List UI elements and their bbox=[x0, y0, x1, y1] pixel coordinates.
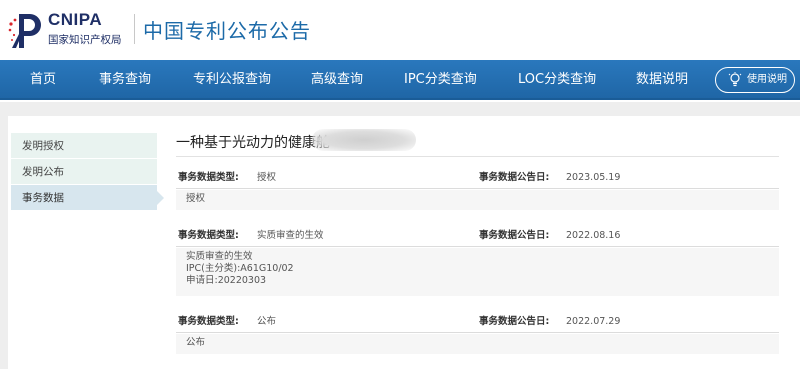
date-value: 2022.08.16 bbox=[566, 230, 621, 241]
sidebar-item-label: 事务数据 bbox=[22, 192, 64, 204]
record-body-line: 授权 bbox=[186, 193, 206, 204]
type-label: 事务数据类型: bbox=[178, 230, 239, 241]
site-title[interactable]: 中国专利公布公告 bbox=[143, 15, 311, 44]
title-divider bbox=[176, 156, 779, 157]
date-label: 事务数据公告日: bbox=[479, 316, 550, 327]
sidebar-item-invention-publication[interactable]: 发明公布 bbox=[11, 159, 157, 185]
date-label: 事务数据公告日: bbox=[479, 172, 550, 183]
logo-org-name: 国家知识产权局 bbox=[48, 34, 122, 46]
type-label: 事务数据类型: bbox=[178, 316, 239, 327]
logo-abbr: CNIPA bbox=[48, 10, 103, 29]
record-header: 事务数据类型: 授权 事务数据公告日: 2023.05.19 bbox=[176, 167, 779, 189]
sidebar-item-transaction-data[interactable]: 事务数据 bbox=[11, 185, 164, 211]
type-value: 实质审查的生效 bbox=[257, 230, 324, 241]
nav-item-home[interactable]: 首页 bbox=[30, 60, 56, 100]
lightbulb-icon bbox=[728, 72, 742, 87]
help-button-label: 使用说明 bbox=[747, 74, 787, 85]
transaction-record: 事务数据类型: 公布 事务数据公告日: 2022.07.29 公布 bbox=[176, 311, 779, 355]
date-value: 2023.05.19 bbox=[566, 172, 621, 183]
patent-title: 一种基于光动力的健康舱 bbox=[176, 135, 330, 151]
record-header: 事务数据类型: 实质审查的生效 事务数据公告日: 2022.08.16 bbox=[176, 225, 779, 247]
cnipa-logo[interactable]: CNIPA 国家知识产权局 bbox=[6, 8, 130, 52]
record-body-line: 实质审查的生效 bbox=[186, 251, 253, 262]
transaction-record: 事务数据类型: 实质审查的生效 事务数据公告日: 2022.08.16 实质审查… bbox=[176, 225, 779, 297]
record-body-line: 公布 bbox=[186, 337, 206, 348]
record-header: 事务数据类型: 公布 事务数据公告日: 2022.07.29 bbox=[176, 311, 779, 333]
header-divider bbox=[134, 14, 135, 44]
type-label: 事务数据类型: bbox=[178, 172, 239, 183]
sidebar-item-invention-grant[interactable]: 发明授权 bbox=[11, 133, 157, 159]
nav-item-transaction-search[interactable]: 事务查询 bbox=[99, 60, 151, 100]
type-value: 公布 bbox=[257, 316, 277, 327]
main-nav: 首页 事务查询 专利公报查询 高级查询 IPC分类查询 LOC分类查询 数据说明… bbox=[0, 60, 800, 100]
date-value: 2022.07.29 bbox=[566, 316, 621, 327]
redacted-blur bbox=[312, 129, 416, 151]
cnipa-emblem-icon bbox=[8, 14, 41, 48]
record-body: 授权 bbox=[176, 190, 779, 210]
site-header: CNIPA 国家知识产权局 中国专利公布公告 bbox=[0, 0, 800, 60]
nav-item-ipc-search[interactable]: IPC分类查询 bbox=[404, 60, 477, 100]
nav-item-advanced-search[interactable]: 高级查询 bbox=[311, 60, 363, 100]
nav-item-data-notes[interactable]: 数据说明 bbox=[636, 60, 688, 100]
transaction-record: 事务数据类型: 授权 事务数据公告日: 2023.05.19 授权 bbox=[176, 167, 779, 215]
record-body: 实质审查的生效 IPC(主分类):A61G10/02 申请日:20220303 bbox=[176, 248, 779, 296]
help-button[interactable]: 使用说明 bbox=[715, 67, 795, 93]
nav-item-gazette-search[interactable]: 专利公报查询 bbox=[193, 60, 271, 100]
record-body: 公布 bbox=[176, 334, 779, 354]
type-value: 授权 bbox=[257, 172, 277, 183]
sidebar: 发明授权 发明公布 事务数据 bbox=[11, 133, 164, 211]
record-body-line: IPC(主分类):A61G10/02 bbox=[186, 263, 294, 274]
record-body-line: 申请日:20220303 bbox=[186, 275, 267, 286]
nav-item-loc-search[interactable]: LOC分类查询 bbox=[518, 60, 596, 100]
active-arrow-icon bbox=[157, 191, 164, 205]
date-label: 事务数据公告日: bbox=[479, 230, 550, 241]
